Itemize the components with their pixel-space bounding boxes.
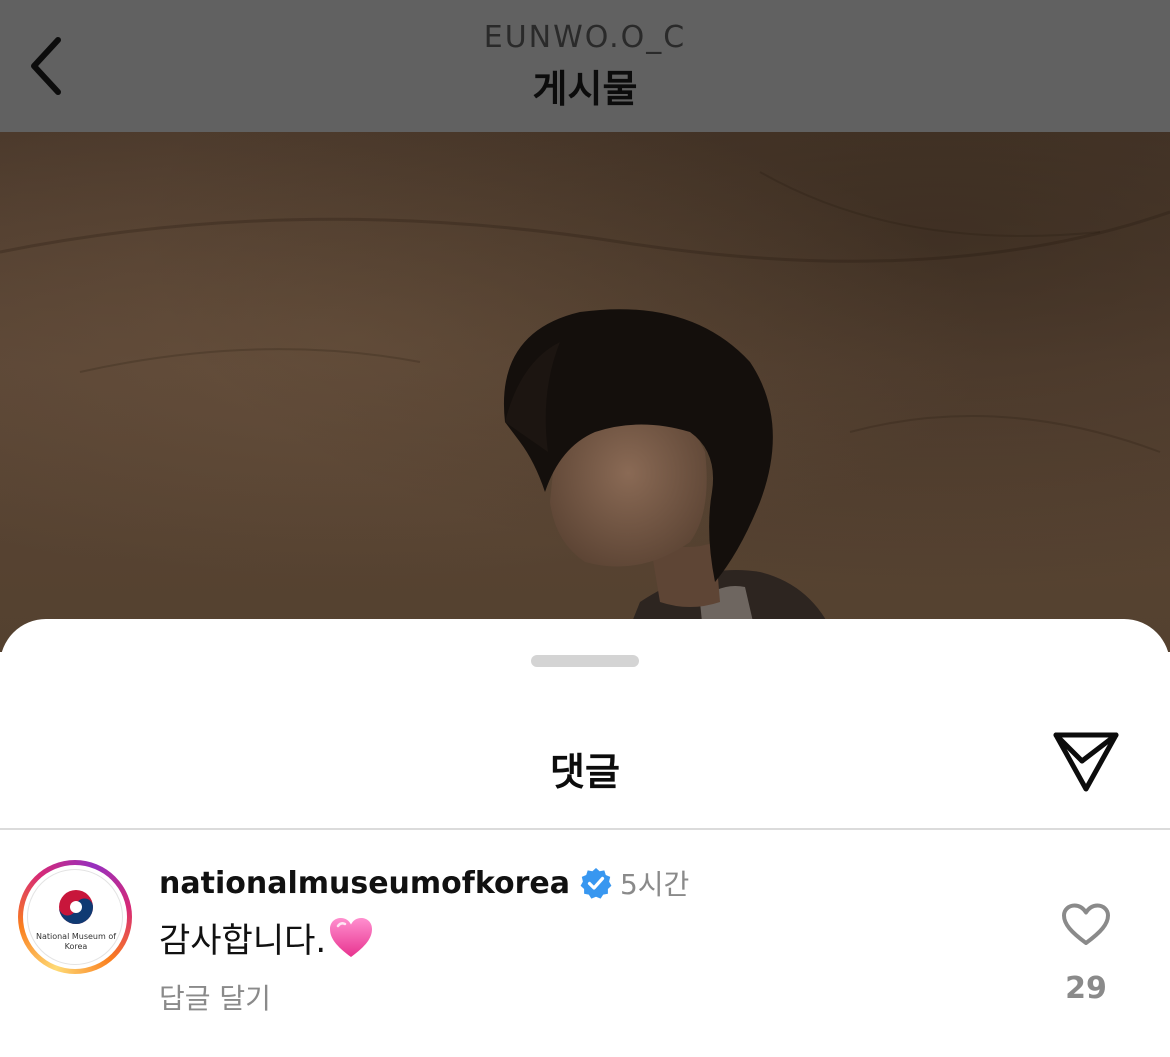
- page-title: 게시물: [532, 67, 638, 111]
- comment-time: 5시간: [619, 868, 690, 901]
- header-username[interactable]: EUNWO.O_C: [0, 20, 1170, 55]
- verified-badge-icon: [580, 867, 612, 899]
- paper-plane-icon: [1053, 732, 1119, 792]
- heart-outline-icon: [1062, 903, 1110, 945]
- share-button[interactable]: [1048, 729, 1124, 795]
- avatar[interactable]: National Museum of Korea: [18, 860, 132, 974]
- comments-title: 댓글: [550, 750, 620, 794]
- comment-username[interactable]: nationalmuseumofkorea: [159, 866, 570, 901]
- divider: [0, 828, 1170, 830]
- comment-header: nationalmuseumofkorea 5시간: [159, 863, 689, 903]
- avatar-image: National Museum of Korea: [27, 869, 123, 965]
- drag-handle[interactable]: [531, 655, 639, 667]
- post-photo[interactable]: [0, 132, 1170, 652]
- avatar-caption: National Museum of Korea: [35, 932, 117, 951]
- reply-button[interactable]: 답글 달기: [159, 977, 271, 1017]
- like-button[interactable]: [1056, 899, 1116, 951]
- post-photo-image: [0, 171, 1170, 652]
- pink-heart-emoji-icon: [328, 916, 374, 960]
- comments-sheet: 댓글 National Museum of Korea nationalmuse…: [0, 619, 1170, 1057]
- like-count: 29: [1065, 971, 1107, 1006]
- taegeuk-logo-icon: [59, 890, 93, 924]
- post-header: EUNWO.O_C 게시물: [0, 0, 1170, 132]
- comment-text: 감사합니다.: [159, 913, 374, 962]
- comment-body: 감사합니다.: [159, 921, 327, 961]
